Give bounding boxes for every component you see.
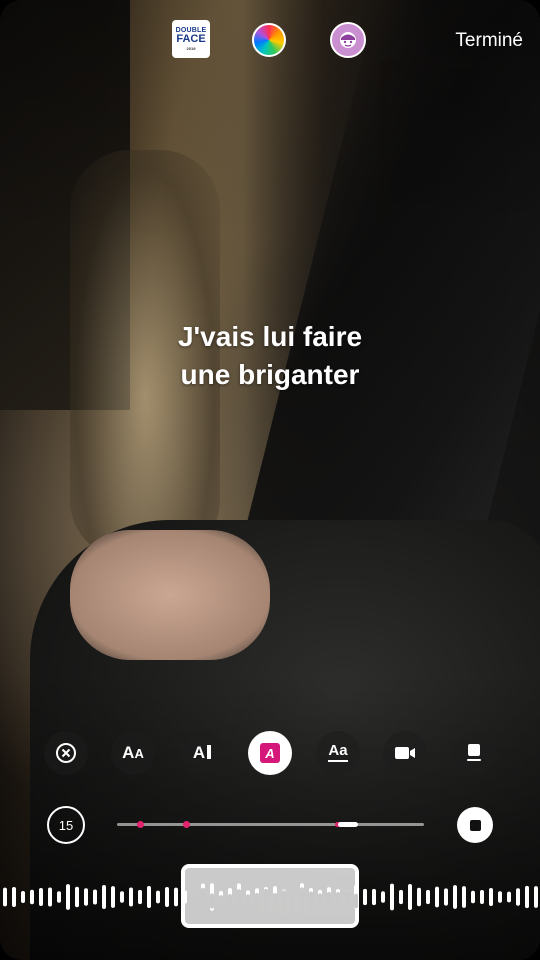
lyrics-style-toolbar: AA A A Aa [0, 731, 540, 775]
waveform-bar [381, 891, 385, 903]
waveform-bar [534, 886, 538, 908]
video-icon[interactable] [383, 731, 427, 775]
close-glyph [56, 743, 76, 763]
waveform-bar [66, 884, 70, 910]
stop-button[interactable] [457, 807, 493, 843]
color-wheel-icon[interactable] [252, 23, 286, 57]
sticker-position-icon[interactable] [452, 731, 496, 775]
stop-icon [469, 819, 481, 831]
waveform-bar [21, 890, 25, 904]
waveform-bar [111, 886, 115, 908]
waveform-bar [255, 893, 259, 909]
waveform-bar [345, 890, 349, 912]
waveform-bar [336, 891, 340, 911]
waveform-bar [273, 892, 277, 910]
text-underline-icon[interactable]: Aa [316, 731, 360, 775]
double-face-logo[interactable]: DOUBLE FACE 2019 [172, 20, 210, 58]
waveform-bar [372, 888, 376, 906]
waveform-bar [363, 888, 367, 906]
waveform-bar [147, 885, 151, 909]
waveform-bar [291, 888, 295, 914]
waveform-bar [84, 888, 88, 906]
sticker-position-glyph [467, 744, 481, 761]
waveform-bar [246, 894, 250, 908]
waveform-bar [30, 889, 34, 905]
waveform-bar [300, 887, 304, 915]
waveform-bar [237, 889, 241, 913]
playhead-segment[interactable] [338, 822, 358, 827]
selected-waveform-bars [192, 887, 358, 915]
waveform-bar [489, 887, 493, 907]
waveform-bar [75, 886, 79, 908]
waveform-bar [453, 885, 457, 909]
lyric-marker[interactable] [137, 821, 144, 828]
waveform-bar [219, 895, 223, 907]
audio-timeline: 15 [0, 806, 540, 846]
waveform-bar [3, 887, 7, 907]
waveform-bar [408, 884, 412, 910]
waveform-bar [516, 888, 520, 906]
waveform-bar [525, 885, 529, 909]
waveform-bar [120, 891, 124, 903]
text-style-glyph: A [260, 743, 280, 763]
video-glyph [395, 747, 415, 759]
face-sticker-glyph [340, 32, 356, 48]
waveform-bar [156, 890, 160, 904]
waveform-bar [201, 887, 205, 915]
audio-waveform-scrubber[interactable] [0, 864, 540, 928]
waveform-bar [48, 887, 52, 907]
waveform-bar [39, 888, 43, 906]
story-editor-screen: DOUBLE FACE 2019 Terminé J'vais lui fair… [0, 0, 540, 960]
waveform-bar [192, 890, 196, 912]
waveform-bar [318, 893, 322, 909]
waveform-bar [480, 889, 484, 905]
waveform-bar [426, 889, 430, 905]
face-sticker-icon[interactable] [330, 22, 366, 58]
waveform-bar [354, 893, 358, 909]
waveform-bar [57, 891, 61, 903]
waveform-bar [138, 889, 142, 905]
text-size-glyph: AA [122, 743, 144, 762]
waveform-bar [327, 891, 331, 911]
waveform-bar [264, 888, 268, 914]
waveform-bar [165, 886, 169, 908]
done-button[interactable]: Terminé [455, 30, 523, 52]
waveform-bar [309, 891, 313, 911]
waveform-bar [282, 890, 286, 912]
waveform-bar [390, 883, 394, 911]
text-size-icon[interactable]: AA [111, 731, 155, 775]
waveform-bar [12, 886, 16, 908]
lyrics-caption[interactable]: J'vais lui faire une briganter [0, 318, 540, 394]
timeline-track[interactable] [117, 821, 424, 828]
logo-text-2: FACE [176, 33, 206, 45]
waveform-bar [498, 891, 502, 903]
text-animate-icon[interactable]: A [180, 731, 224, 775]
waveform-bar [444, 888, 448, 906]
waveform-bar [471, 890, 475, 904]
logo-text-3: 2019 [186, 46, 196, 51]
waveform-bar [462, 886, 466, 908]
waveform-bar [399, 889, 403, 905]
text-animate-glyph: A [193, 743, 212, 763]
close-icon[interactable] [44, 731, 88, 775]
waveform-bar [435, 886, 439, 908]
waveform-bar [507, 891, 511, 903]
waveform-bar [210, 893, 214, 909]
lyric-marker[interactable] [183, 821, 190, 828]
waveform-bar [129, 887, 133, 907]
top-bar: DOUBLE FACE 2019 Terminé [0, 0, 540, 80]
caption-line-2: une briganter [180, 359, 360, 390]
waveform-bar [174, 887, 178, 907]
text-style-icon[interactable]: A [248, 731, 292, 775]
caption-line-1: J'vais lui faire [177, 321, 363, 352]
waveform-bar [228, 893, 232, 909]
waveform-bar [93, 889, 97, 905]
waveform-bar [417, 887, 421, 907]
clip-selector[interactable] [181, 864, 359, 928]
duration-button[interactable]: 15 [47, 806, 85, 844]
waveform-bar [102, 884, 106, 910]
text-underline-glyph: Aa [328, 743, 348, 762]
